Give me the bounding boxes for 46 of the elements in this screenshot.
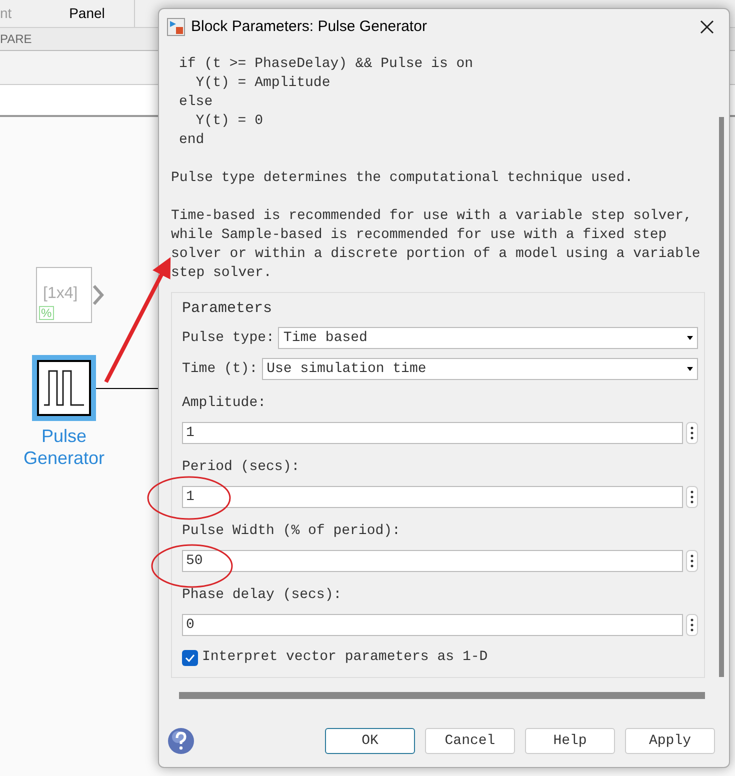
param-label: Phase delay (secs): [182,586,343,605]
check-icon [185,654,195,662]
more-options-icon[interactable] [686,550,698,572]
close-icon [700,20,714,34]
input-field[interactable]: 50 [182,550,683,572]
param-label: Period (secs): [182,458,301,477]
code-line: else [179,93,214,112]
param-label: Time (t): [182,360,258,378]
dialog-button[interactable]: Apply [625,728,715,754]
checkbox[interactable] [182,650,198,666]
window-title: Block Parameters: Pulse Generator [191,16,428,37]
section-label: PARE [0,31,32,48]
block-label: [1x4] [43,284,78,304]
pulse-generator-block[interactable] [32,355,96,421]
code-line: end [179,131,206,150]
ribbon-tab[interactable]: Panel [40,0,135,27]
code-line: Y(t) = Amplitude [194,74,332,93]
group-title: Parameters [182,299,274,318]
dialog-button[interactable]: Cancel [425,728,515,754]
horizontal-scrollbar[interactable] [179,692,705,699]
param-label: Pulse Width (% of period): [182,522,402,541]
pulse-wave-icon [43,369,85,407]
description-text: Time-based is recommended for use with a variable step solver, while Sample-based is recommended for use with a fixed step solver or within a discrete portion of a model using a variable step solver. [171,207,702,283]
vertical-scrollbar[interactable] [719,117,724,677]
description-text: Pulse type determines the computational technique used. [171,169,634,188]
code-line: if (t >= PhaseDelay) && Pulse is on [179,55,474,74]
help-icon[interactable] [167,727,195,755]
input-field[interactable]: 1 [182,422,683,444]
checkbox-label: Interpret vector parameters as 1-D [202,648,488,667]
dropdown[interactable]: Time based [278,327,698,349]
caret-icon [687,367,693,371]
more-options-icon[interactable] [686,614,698,636]
block-app-icon [167,18,185,36]
dialog-button[interactable]: OK [325,728,415,754]
block-name: Pulse Generator [22,425,106,469]
more-options-icon[interactable] [686,422,698,444]
dialog-button[interactable]: Help [525,728,615,754]
dropdown[interactable]: Use simulation time [262,358,698,380]
code-line: Y(t) = 0 [194,112,264,131]
param-label: Pulse type: [182,328,274,348]
caret-icon [687,336,693,340]
block-badge: % [39,306,54,320]
param-label: Amplitude: [182,394,268,413]
input-field[interactable]: 0 [182,614,683,636]
input-field[interactable]: 1 [182,486,683,508]
more-options-icon[interactable] [686,486,698,508]
